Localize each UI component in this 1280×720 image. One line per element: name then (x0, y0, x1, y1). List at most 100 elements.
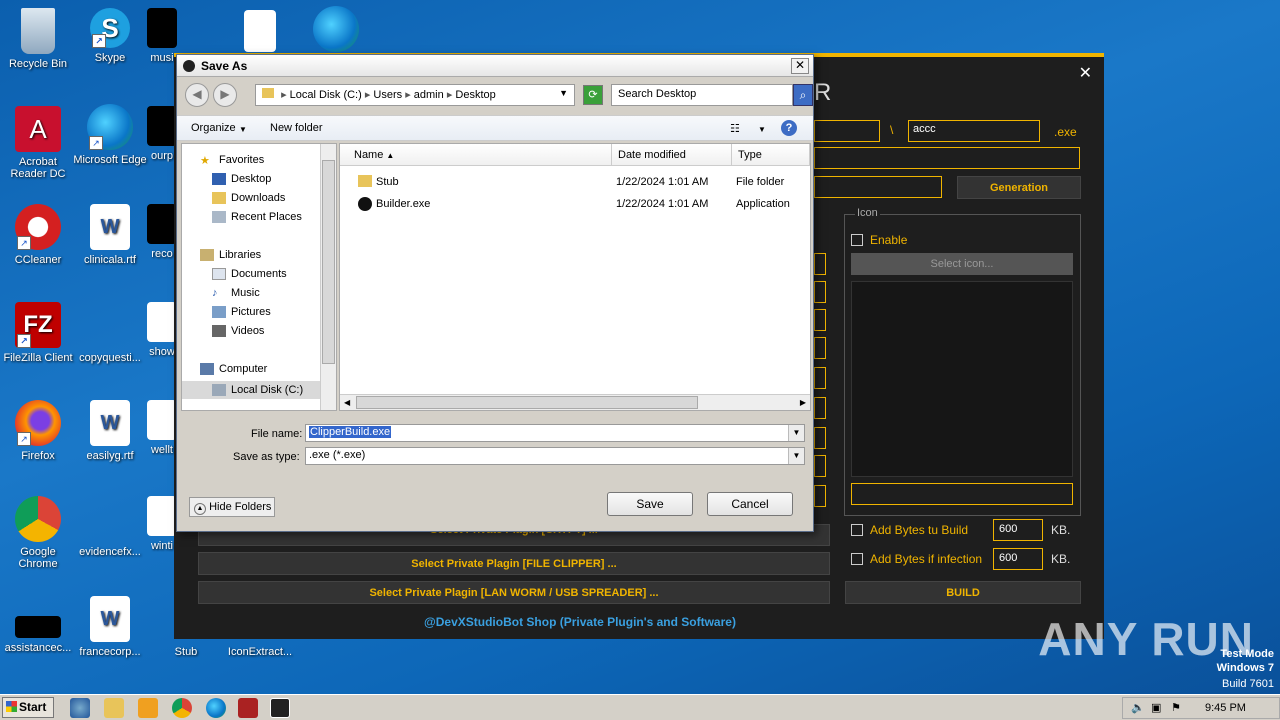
nav-pictures[interactable]: Pictures (212, 306, 271, 318)
column-date-modified[interactable]: Date modified (612, 144, 732, 166)
save-button[interactable]: Save (607, 492, 693, 516)
save-as-type-select[interactable]: .exe (*.exe) ▼ (305, 447, 805, 465)
breadcrumb-admin[interactable]: admin (414, 89, 444, 101)
builder-hidden-field[interactable] (814, 397, 826, 419)
plugin-lan-worm-button[interactable]: Select Private Plagin [LAN WORM / USB SP… (198, 581, 830, 604)
builder-hidden-field[interactable] (814, 309, 826, 331)
file-explorer-icon[interactable] (104, 698, 124, 718)
view-dropdown-icon[interactable]: ▼ (758, 125, 766, 134)
filezilla-desktop-icon[interactable]: FZ ↗ FileZilla Client (0, 302, 76, 364)
nav-music[interactable]: ♪ Music (212, 287, 260, 299)
nav-videos[interactable]: Videos (212, 325, 264, 337)
scroll-right-icon[interactable]: ▶ (800, 398, 806, 407)
nav-favorites[interactable]: ★ Favorites (200, 154, 264, 167)
chrome-taskbar-icon[interactable] (172, 698, 192, 718)
builder-footer-link[interactable]: @DevXStudioBot Shop (Private Plugin's an… (174, 615, 986, 629)
builder-hidden-field[interactable] (814, 337, 826, 359)
scroll-left-icon[interactable]: ◀ (344, 398, 350, 407)
nav-desktop[interactable]: Desktop (212, 173, 271, 185)
build-button[interactable]: BUILD (845, 581, 1081, 604)
address-dropdown-icon[interactable]: ▼ (559, 88, 568, 98)
file-name-input[interactable]: ClipperBuild.exe ▼ (305, 424, 805, 442)
help-icon[interactable]: ? (781, 120, 797, 136)
add-bytes-infection-checkbox[interactable] (851, 553, 863, 565)
francecorp-desktop-icon[interactable]: W francecorp... (72, 596, 148, 658)
breadcrumb-local-disk[interactable]: Local Disk (C:) (290, 89, 362, 101)
edge-taskbar-icon[interactable] (206, 698, 226, 718)
action-center-flag-icon[interactable]: ⚑ (1171, 701, 1181, 714)
plugin-file-clipper-button[interactable]: Select Private Plagin [FILE CLIPPER] ... (198, 552, 830, 575)
icon-path-field[interactable] (851, 483, 1073, 505)
hide-folders-button[interactable]: ▲ Hide Folders (189, 497, 275, 517)
acrobat-desktop-icon[interactable]: A Acrobat Reader DC (0, 106, 76, 180)
file-name-dropdown-icon[interactable]: ▼ (788, 425, 804, 441)
forward-button[interactable]: ▶ (213, 83, 237, 107)
file-row-stub[interactable]: Stub 1/22/2024 1:01 AM File folder (340, 173, 810, 193)
dialog-close-button[interactable]: ✕ (791, 58, 809, 74)
clock[interactable]: 9:45 PM (1205, 702, 1246, 714)
builder-hidden-field[interactable] (814, 455, 826, 477)
assistancec-desktop-icon[interactable]: assistancec... (0, 596, 76, 654)
nav-downloads[interactable]: Downloads (212, 192, 285, 204)
builder-hidden-field[interactable] (814, 367, 826, 389)
breadcrumb-users[interactable]: Users (373, 89, 402, 101)
nav-recent-places[interactable]: Recent Places (212, 211, 302, 223)
builder-name-field[interactable]: accc (908, 120, 1040, 142)
address-bar[interactable]: ▸ Local Disk (C:) ▸ Users ▸ admin ▸ Desk… (255, 84, 575, 106)
edge-top-desktop-icon[interactable] (298, 6, 374, 56)
nav-scrollbar[interactable] (320, 144, 336, 410)
column-type[interactable]: Type (732, 144, 810, 166)
add-bytes-infection-input[interactable]: 600 (993, 548, 1043, 570)
search-input[interactable]: Search Desktop (611, 84, 793, 106)
builder-close-button[interactable]: ✕ (1079, 63, 1092, 83)
builder-path-field[interactable] (814, 120, 880, 142)
copyquesti-desktop-icon[interactable]: copyquesti... (72, 302, 148, 364)
start-button[interactable]: Start (2, 697, 54, 718)
evidencefx-desktop-icon[interactable]: evidencefx... (72, 496, 148, 558)
builder-hidden-field[interactable] (814, 253, 826, 275)
add-bytes-build-input[interactable]: 600 (993, 519, 1043, 541)
dialog-titlebar[interactable]: Save As ✕ (177, 55, 813, 77)
builder-hidden-field[interactable] (814, 281, 826, 303)
media-player-icon[interactable] (138, 698, 158, 718)
column-name[interactable]: Name ▲ (340, 144, 612, 166)
refresh-icon[interactable]: ⟳ (583, 85, 603, 105)
nav-scroll-thumb[interactable] (322, 160, 335, 364)
nav-local-disk[interactable]: Local Disk (C:) (182, 381, 322, 399)
firefox-desktop-icon[interactable]: ↗ Firefox (0, 400, 76, 462)
nav-computer[interactable]: Computer (200, 363, 267, 375)
save-as-type-dropdown-icon[interactable]: ▼ (788, 448, 804, 464)
skype-desktop-icon[interactable]: S ↗ Skype (72, 8, 148, 64)
easilyg-desktop-icon[interactable]: W easilyg.rtf (72, 400, 148, 462)
internet-explorer-icon[interactable] (70, 698, 90, 718)
nav-libraries[interactable]: Libraries (200, 249, 261, 261)
file-row-builder[interactable]: Builder.exe 1/22/2024 1:01 AM Applicatio… (340, 195, 810, 215)
recycle-bin-icon[interactable]: Recycle Bin (0, 8, 76, 70)
back-button[interactable]: ◀ (185, 83, 209, 107)
builder-hidden-field[interactable] (814, 485, 826, 507)
clinicala-desktop-icon[interactable]: W clinicala.rtf (72, 204, 148, 266)
builder-wide-field[interactable] (814, 147, 1080, 169)
builder-hidden-field[interactable] (814, 427, 826, 449)
builder-taskbar-icon[interactable] (270, 698, 290, 718)
organize-button[interactable]: Organize (191, 122, 236, 134)
enable-icon-checkbox[interactable] (851, 234, 863, 246)
speaker-icon[interactable]: 🔈 (1131, 701, 1145, 714)
add-bytes-build-checkbox[interactable] (851, 524, 863, 536)
document-desktop-icon[interactable] (222, 10, 298, 56)
file-list-horizontal-scrollbar[interactable]: ◀ ▶ (340, 394, 810, 410)
generation-button[interactable]: Generation (957, 176, 1081, 199)
edge-desktop-icon[interactable]: ↗ Microsoft Edge (72, 104, 148, 166)
cancel-button[interactable]: Cancel (707, 492, 793, 516)
search-icon[interactable]: ⌕ (793, 84, 813, 106)
network-icon[interactable]: ▣ (1151, 701, 1161, 714)
ccleaner-desktop-icon[interactable]: ↗ CCleaner (0, 204, 76, 266)
chrome-desktop-icon[interactable]: Google Chrome (0, 496, 76, 570)
builder-generation-field[interactable] (814, 176, 942, 198)
select-icon-button[interactable]: Select icon... (851, 253, 1073, 275)
nav-documents[interactable]: Documents (212, 268, 287, 280)
view-options-icon[interactable]: ☷ (730, 122, 740, 135)
breadcrumb-desktop[interactable]: Desktop (455, 89, 495, 101)
winrar-icon[interactable] (238, 698, 258, 718)
new-folder-button[interactable]: New folder (270, 122, 323, 134)
